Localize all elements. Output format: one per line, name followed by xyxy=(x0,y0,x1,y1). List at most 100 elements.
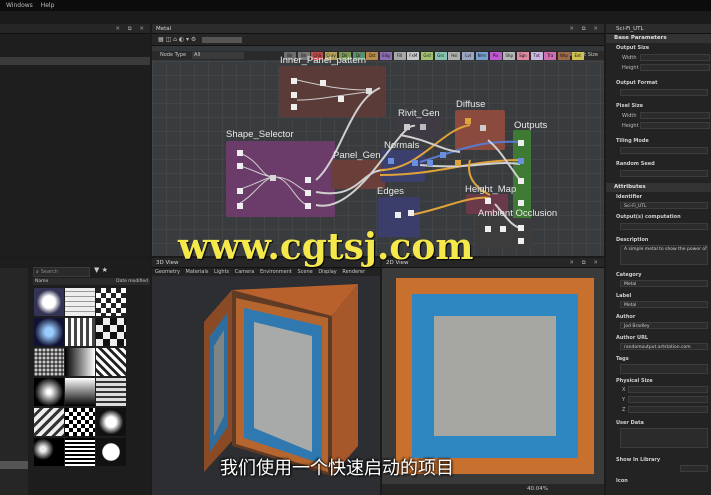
z-label: Z xyxy=(622,407,626,413)
texture-thumbnail[interactable] xyxy=(65,408,95,436)
texture-thumbnail[interactable] xyxy=(34,348,64,376)
node-port[interactable] xyxy=(518,238,524,244)
menu-renderer[interactable]: Renderer xyxy=(342,269,365,275)
node-port[interactable] xyxy=(305,177,311,183)
texture-thumbnail[interactable] xyxy=(96,378,126,406)
node-port[interactable] xyxy=(291,92,297,98)
label-shape-selector: Shape_Selector xyxy=(226,129,294,140)
texture-thumbnail[interactable] xyxy=(34,378,64,406)
node-port[interactable] xyxy=(338,96,344,102)
pixel-height-field[interactable] xyxy=(640,122,710,129)
node-port[interactable] xyxy=(291,78,297,84)
x-field[interactable] xyxy=(628,386,708,393)
node-port[interactable] xyxy=(305,203,311,209)
node-port[interactable] xyxy=(485,198,491,204)
menu-environment[interactable]: Environment xyxy=(260,269,292,275)
node-port[interactable] xyxy=(320,80,326,86)
node-port[interactable] xyxy=(237,188,243,194)
width-field[interactable] xyxy=(640,54,710,61)
panel-controls-icon[interactable]: ✕ ⧉ ✕ xyxy=(569,258,601,268)
menu-scene[interactable]: Scene xyxy=(297,269,312,275)
library-search[interactable]: ⌕ Search xyxy=(33,267,90,277)
node-port[interactable] xyxy=(408,210,414,216)
section-base-params[interactable]: Base Parameters xyxy=(606,34,711,43)
label-inner-panel: Inner_Panel_pattern xyxy=(280,55,367,66)
texture-thumbnail[interactable] xyxy=(96,348,126,376)
node-port[interactable] xyxy=(518,225,524,231)
node-port[interactable] xyxy=(291,104,297,110)
node-port[interactable] xyxy=(500,226,506,232)
node-port[interactable] xyxy=(465,118,471,124)
texture-preview[interactable] xyxy=(396,278,594,474)
author-url-field[interactable]: randomoutput.artstation.com xyxy=(620,343,708,350)
menu-display[interactable]: Display xyxy=(318,269,336,275)
section-attributes[interactable]: Attributes xyxy=(606,183,711,192)
col-date[interactable]: Date modified xyxy=(116,278,148,285)
node-port[interactable] xyxy=(518,200,524,206)
output-format-select[interactable] xyxy=(620,89,708,96)
label-field[interactable]: Metal xyxy=(620,301,708,308)
texture-thumbnail[interactable] xyxy=(65,348,95,376)
wire xyxy=(379,159,521,176)
y-field[interactable] xyxy=(628,396,708,403)
node-port[interactable] xyxy=(518,178,524,184)
identifier-field[interactable]: Sci-Fi_UTL xyxy=(620,202,708,209)
texture-thumbnail[interactable] xyxy=(34,408,64,436)
texture-thumbnail[interactable] xyxy=(96,288,126,316)
y-label: Y xyxy=(622,397,626,403)
col-name[interactable]: Name xyxy=(35,279,48,284)
texture-thumbnail[interactable] xyxy=(34,438,64,466)
node-port[interactable] xyxy=(270,175,276,181)
library-tree-selected[interactable] xyxy=(0,461,28,469)
texture-thumbnail[interactable] xyxy=(96,438,126,466)
tiling-mode-select[interactable] xyxy=(620,147,708,154)
menu-lights[interactable]: Lights xyxy=(214,269,229,275)
node-port[interactable] xyxy=(427,160,433,166)
wire xyxy=(296,91,369,101)
wire xyxy=(275,176,308,206)
node-port[interactable] xyxy=(305,190,311,196)
random-seed-field[interactable] xyxy=(620,170,708,177)
texture-thumbnail[interactable] xyxy=(65,288,95,316)
output-format-label: Output Format xyxy=(616,80,658,86)
node-port[interactable] xyxy=(388,158,394,164)
output-computation-select[interactable] xyxy=(620,223,708,230)
texture-center xyxy=(434,316,556,436)
filter-icon[interactable]: ▼ ★ xyxy=(94,266,108,274)
description-field[interactable]: A simple metal to show the power of SD xyxy=(620,245,708,265)
texture-thumbnail[interactable] xyxy=(65,318,95,346)
texture-thumbnail[interactable] xyxy=(65,378,95,406)
node-port[interactable] xyxy=(237,203,243,209)
height-field[interactable] xyxy=(640,64,710,71)
description-label: Description xyxy=(616,237,649,243)
node-port[interactable] xyxy=(518,140,524,146)
menu-materials[interactable]: Materials xyxy=(186,269,209,275)
node-port[interactable] xyxy=(237,150,243,156)
z-field[interactable] xyxy=(628,406,708,413)
texture-thumbnail[interactable] xyxy=(96,408,126,436)
author-field[interactable]: Jod Bradley xyxy=(620,322,708,329)
node-port[interactable] xyxy=(485,226,491,232)
menu-camera[interactable]: Camera xyxy=(235,269,255,275)
texture-thumbnail[interactable] xyxy=(96,318,126,346)
node-port[interactable] xyxy=(480,125,486,131)
pixel-width-field[interactable] xyxy=(640,112,710,119)
node-port[interactable] xyxy=(455,160,461,166)
texture-thumbnail[interactable] xyxy=(34,318,64,346)
node-port[interactable] xyxy=(420,124,426,130)
node-port[interactable] xyxy=(395,212,401,218)
view3d-menu: Geometry Materials Lights Camera Environ… xyxy=(152,268,380,276)
texture-thumbnail[interactable] xyxy=(65,438,95,466)
node-port[interactable] xyxy=(237,163,243,169)
user-data-field[interactable] xyxy=(620,428,708,448)
tags-field[interactable] xyxy=(620,364,708,374)
node-port[interactable] xyxy=(404,124,410,130)
node-port[interactable] xyxy=(366,88,372,94)
node-port[interactable] xyxy=(440,152,446,158)
show-in-library-toggle[interactable] xyxy=(680,465,708,472)
node-port[interactable] xyxy=(518,158,524,164)
menu-geometry[interactable]: Geometry xyxy=(155,269,180,275)
category-field[interactable]: Metal xyxy=(620,280,708,287)
texture-thumbnail[interactable] xyxy=(34,288,64,316)
node-port[interactable] xyxy=(412,160,418,166)
